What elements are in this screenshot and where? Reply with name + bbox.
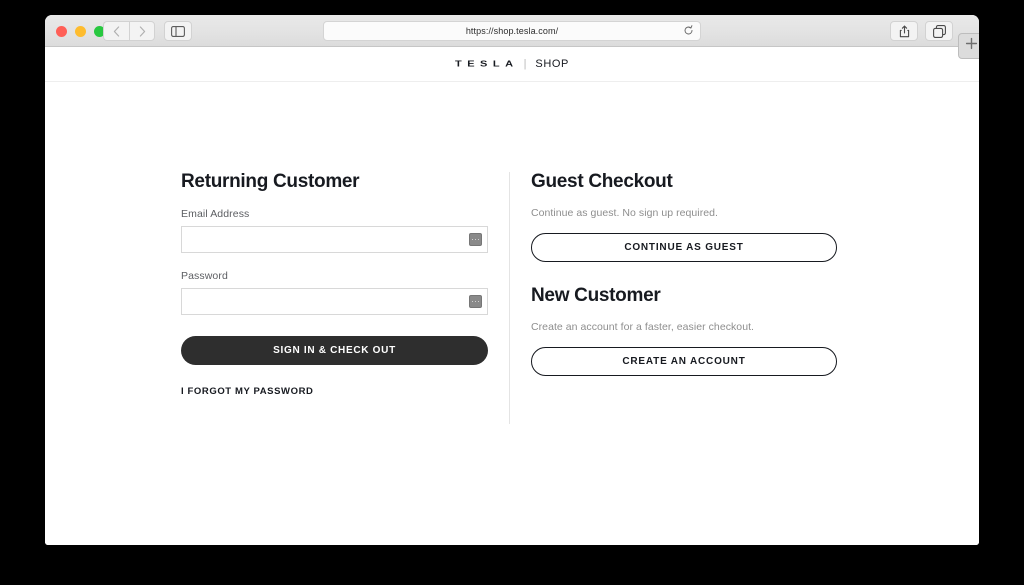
chevron-left-icon [113,25,120,37]
plus-icon [965,37,978,55]
returning-customer-panel: Returning Customer Email Address Passwor… [45,83,509,424]
email-label: Email Address [181,208,250,220]
new-tab-button[interactable] [958,33,979,59]
window-controls [56,26,105,37]
continue-as-guest-button[interactable]: CONTINUE AS GUEST [531,233,837,262]
autofill-contact-icon[interactable] [469,233,482,246]
close-window-button[interactable] [56,26,67,37]
page-content: TESLA | SHOP Returning Customer Email Ad… [45,47,979,545]
share-button[interactable] [890,21,918,41]
reload-button[interactable] [682,23,695,41]
minimize-window-button[interactable] [75,26,86,37]
back-button[interactable] [103,21,129,41]
sidebar-toggle-icon [171,25,185,37]
new-customer-description: Create an account for a faster, easier c… [531,321,755,333]
address-bar[interactable]: https://shop.tesla.com/ [323,21,701,41]
email-field[interactable] [181,226,488,253]
sidebar-toggle-button[interactable] [164,21,192,41]
browser-window: https://shop.tesla.com/ TESLA | SHOP Ret… [45,15,979,545]
reload-icon [683,23,694,41]
url-text: https://shop.tesla.com/ [465,26,559,36]
checkout-login-layout: Returning Customer Email Address Passwor… [45,83,979,424]
guest-and-new-customer-panel: Guest Checkout Continue as guest. No sig… [510,83,979,424]
guest-checkout-description: Continue as guest. No sign up required. [531,207,718,219]
header-separator: | [523,58,527,70]
autofill-contact-icon[interactable] [469,295,482,308]
new-customer-title: New Customer [531,285,661,306]
tabs-overview-icon [932,24,946,38]
forward-button[interactable] [129,21,155,41]
chevron-right-icon [139,25,146,37]
guest-checkout-title: Guest Checkout [531,171,673,192]
forgot-password-link[interactable]: I FORGOT MY PASSWORD [181,386,509,397]
password-field[interactable] [181,288,488,315]
password-label: Password [181,270,228,282]
tabs-overview-button[interactable] [925,21,953,41]
share-icon [899,25,910,38]
create-an-account-button[interactable]: CREATE AN ACCOUNT [531,347,837,376]
returning-customer-title: Returning Customer [181,171,360,192]
shop-label[interactable]: SHOP [535,58,569,70]
browser-toolbar: https://shop.tesla.com/ [45,15,979,59]
site-header: TESLA | SHOP [45,47,979,82]
tesla-logo[interactable]: TESLA [455,59,519,68]
sign-in-button[interactable]: SIGN IN & CHECK OUT [181,336,488,365]
